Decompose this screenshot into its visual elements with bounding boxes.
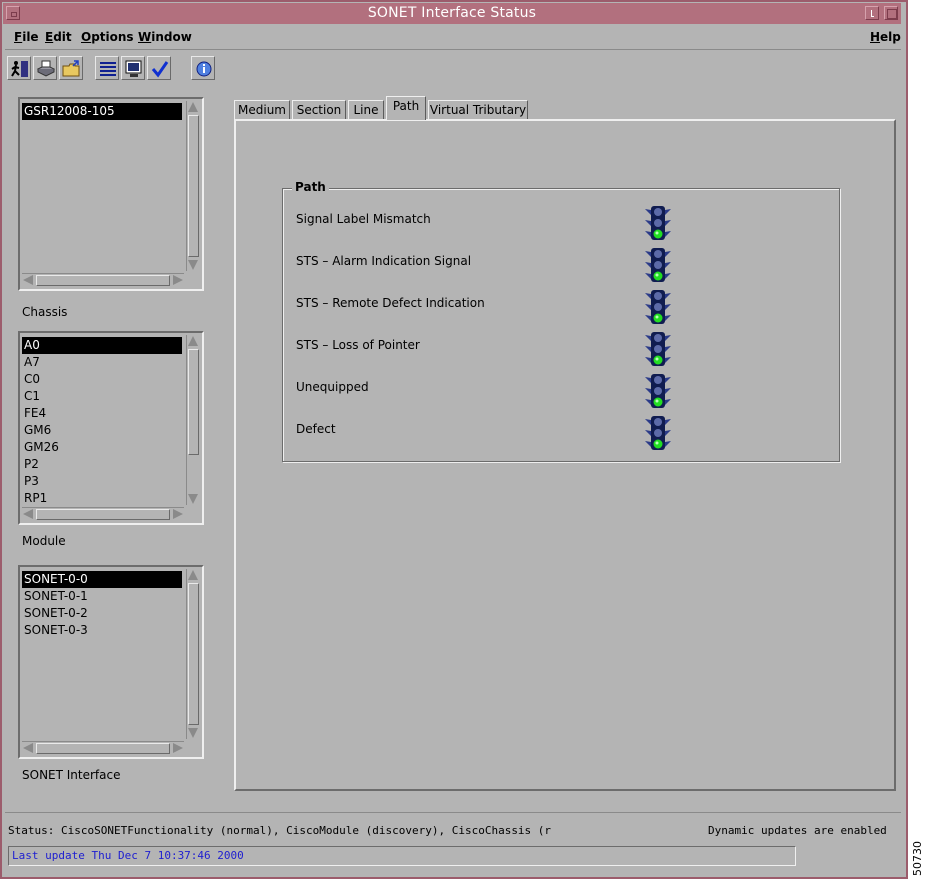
defect-label: Defect (296, 422, 336, 436)
list-item[interactable]: FE4 (22, 405, 182, 422)
scroll-right-icon[interactable] (173, 743, 183, 753)
traffic-light-icon (645, 206, 671, 240)
chassis-list-vscroll[interactable] (186, 335, 200, 505)
loss-of-pointer-label: STS – Loss of Pointer (296, 338, 420, 352)
list-item[interactable]: GSR12008-105 (22, 103, 182, 120)
list-item[interactable]: SONET-0-3 (22, 622, 182, 639)
list-item[interactable]: RP1 (22, 490, 182, 503)
scroll-up-icon[interactable] (188, 102, 198, 112)
open-folder-icon (62, 60, 80, 77)
exit-button[interactable] (7, 56, 31, 80)
scroll-thumb[interactable] (36, 509, 170, 520)
menu-help[interactable]: Help (870, 30, 901, 44)
unequipped-label: Unequipped (296, 380, 369, 394)
module-list-vscroll[interactable] (186, 569, 200, 739)
apply-button[interactable] (147, 56, 171, 80)
scroll-down-icon[interactable] (188, 260, 198, 270)
traffic-light-icon (645, 332, 671, 366)
menu-options[interactable]: Options (81, 30, 134, 44)
monitor-button[interactable] (121, 56, 145, 80)
status-text: Status: CiscoSONETFunctionality (normal)… (8, 824, 552, 837)
chassis-label: Chassis (22, 305, 68, 319)
print-icon (36, 60, 56, 77)
window-title: SONET Interface Status (367, 5, 537, 21)
list-view-icon (100, 62, 116, 76)
scroll-left-icon[interactable] (23, 743, 33, 753)
list-item[interactable]: P2 (22, 456, 182, 473)
signal-label-mismatch-label: Signal Label Mismatch (296, 212, 431, 226)
figure-number: 50730 (911, 841, 924, 876)
scroll-thumb[interactable] (188, 583, 199, 725)
device-list[interactable]: GSR12008-105 (18, 97, 204, 291)
minimize-button[interactable] (865, 6, 879, 20)
scroll-up-icon[interactable] (188, 570, 198, 580)
traffic-light-icon (645, 374, 671, 408)
scroll-thumb[interactable] (36, 275, 170, 286)
module-label: Module (22, 534, 66, 548)
list-item[interactable]: SONET-0-1 (22, 588, 182, 605)
list-item[interactable]: P3 (22, 473, 182, 490)
menu-bar: File Edit Options Window Help (5, 26, 901, 50)
monitor-icon (125, 60, 142, 77)
list-item[interactable]: GM6 (22, 422, 182, 439)
print-button[interactable] (33, 56, 57, 80)
scroll-left-icon[interactable] (23, 509, 33, 519)
dynamic-updates-status: Dynamic updates are enabled (708, 824, 887, 837)
list-item[interactable]: SONET-0-0 (22, 571, 182, 588)
list-item[interactable]: GM26 (22, 439, 182, 456)
list-item[interactable]: A0 (22, 337, 182, 354)
menu-window[interactable]: Window (138, 30, 192, 44)
alarm-indication-signal-label: STS – Alarm Indication Signal (296, 254, 472, 268)
tab-line[interactable]: Line (348, 100, 384, 120)
path-group (282, 188, 840, 462)
scroll-up-icon[interactable] (188, 336, 198, 346)
list-item[interactable]: C0 (22, 371, 182, 388)
maximize-button[interactable] (884, 6, 898, 20)
scroll-left-icon[interactable] (23, 275, 33, 285)
scroll-thumb[interactable] (36, 743, 170, 754)
list-item[interactable]: SONET-0-2 (22, 605, 182, 622)
list-item[interactable]: A7 (22, 354, 182, 371)
info-icon (196, 61, 212, 77)
path-group-title: Path (292, 180, 329, 194)
menu-edit[interactable]: Edit (45, 30, 72, 44)
tab-virtual-tributary[interactable]: Virtual Tributary (428, 100, 528, 120)
remote-defect-indication-label: STS – Remote Defect Indication (296, 296, 485, 310)
device-list-hscroll[interactable] (22, 273, 184, 287)
scroll-thumb[interactable] (188, 349, 199, 455)
device-list-vscroll[interactable] (186, 101, 200, 271)
tab-section[interactable]: Section (292, 100, 346, 120)
open-button[interactable] (59, 56, 83, 80)
tab-medium[interactable]: Medium (234, 100, 290, 120)
traffic-light-icon (645, 416, 671, 450)
sonet-interface-label: SONET Interface (22, 768, 121, 782)
list-item[interactable]: C1 (22, 388, 182, 405)
traffic-light-icon (645, 290, 671, 324)
checkmark-icon (151, 61, 169, 78)
exit-icon (11, 61, 28, 77)
scroll-right-icon[interactable] (173, 509, 183, 519)
window-menu-button[interactable] (6, 6, 20, 20)
scroll-right-icon[interactable] (173, 275, 183, 285)
traffic-light-icon (645, 248, 671, 282)
info-button[interactable] (191, 56, 215, 80)
menu-file[interactable]: File (14, 30, 39, 44)
tab-path[interactable]: Path (386, 96, 426, 120)
list-button[interactable] (95, 56, 119, 80)
scroll-down-icon[interactable] (188, 728, 198, 738)
scroll-down-icon[interactable] (188, 494, 198, 504)
last-update-field: Last update Thu Dec 7 10:37:46 2000 (8, 846, 796, 866)
scroll-thumb[interactable] (188, 115, 199, 257)
module-list[interactable]: SONET-0-0 SONET-0-1 SONET-0-2 SONET-0-3 (18, 565, 204, 759)
module-list-hscroll[interactable] (22, 741, 184, 755)
title-bar[interactable]: SONET Interface Status (3, 3, 901, 24)
chassis-list-hscroll[interactable] (22, 507, 184, 521)
chassis-list[interactable]: A0 A7 C0 C1 FE4 GM6 GM26 P2 P3 RP1 (18, 331, 204, 525)
